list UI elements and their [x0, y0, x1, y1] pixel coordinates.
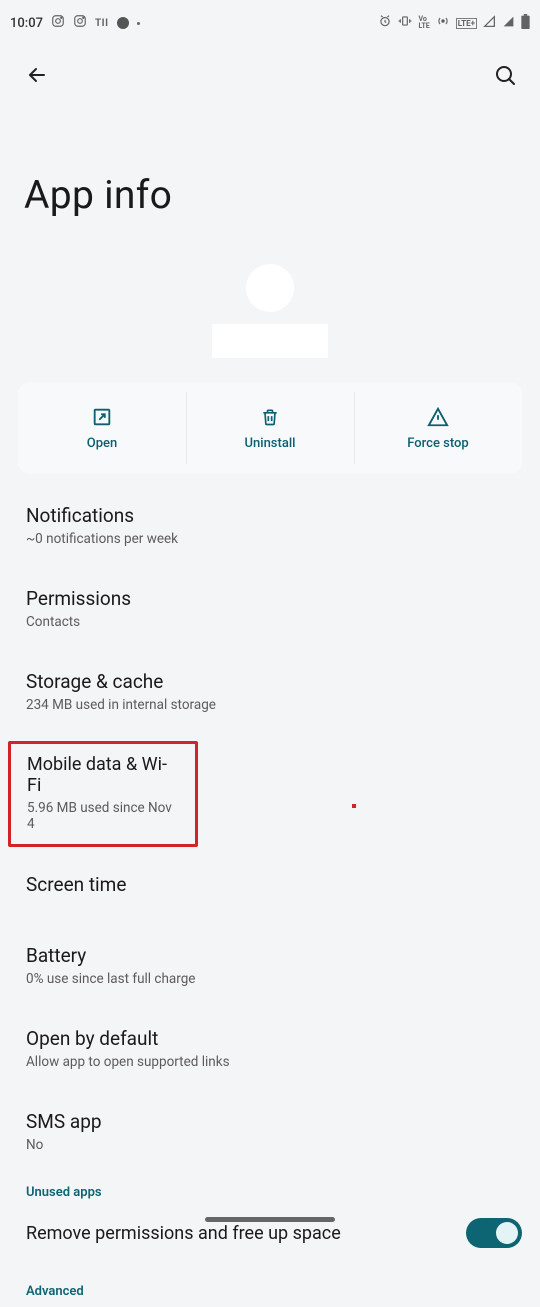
back-button[interactable]	[20, 58, 54, 92]
setting-title: SMS app	[26, 1110, 514, 1133]
switch-on-icon[interactable]	[466, 1218, 522, 1248]
instagram-icon	[73, 14, 87, 32]
setting-title: Notifications	[26, 504, 514, 527]
volte-icon: VoLTE	[418, 16, 429, 30]
force-stop-label: Force stop	[407, 436, 468, 451]
setting-permissions[interactable]: Permissions Contacts	[0, 563, 540, 646]
setting-storage[interactable]: Storage & cache 234 MB used in internal …	[0, 646, 540, 729]
setting-title: Permissions	[26, 587, 514, 610]
arrow-left-icon	[25, 63, 49, 87]
alarm-icon	[378, 14, 392, 32]
setting-battery[interactable]: Battery 0% use since last full charge	[0, 922, 540, 1003]
battery-icon	[521, 14, 530, 33]
setting-mobile-data-highlighted[interactable]: Mobile data & Wi-Fi 5.96 MB used since N…	[8, 741, 198, 847]
app-name-placeholder	[212, 324, 328, 358]
toggle-label: Remove permissions and free up space	[26, 1223, 341, 1244]
page-title: App info	[0, 104, 540, 248]
gesture-bar[interactable]	[205, 1217, 335, 1222]
toggle-remove-permissions[interactable]: Remove permissions and free up space	[0, 1208, 540, 1258]
setting-sms-app[interactable]: SMS app No	[0, 1086, 540, 1169]
setting-sub: 234 MB used in internal storage	[26, 697, 514, 713]
app-badge-icon: TII	[95, 18, 109, 29]
signal-icon	[483, 15, 496, 32]
search-icon	[493, 63, 517, 87]
status-right: VoLTE LTE+	[378, 14, 530, 33]
annotation-dot	[352, 804, 356, 808]
setting-sub: No	[26, 1137, 514, 1153]
section-unused-apps: Unused apps	[0, 1169, 540, 1208]
setting-title: Mobile data & Wi-Fi	[27, 754, 179, 796]
open-icon	[91, 406, 113, 428]
force-stop-button[interactable]: Force stop	[354, 382, 522, 474]
open-label: Open	[87, 436, 117, 451]
instagram-icon	[51, 14, 65, 32]
setting-title: Screen time	[26, 873, 514, 896]
actions-card: Open Uninstall Force stop	[18, 382, 522, 474]
app-header	[0, 248, 540, 368]
status-time: 10:07	[10, 16, 43, 31]
lte-plus-icon: LTE+	[456, 18, 477, 29]
setting-sub: 0% use since last full charge	[26, 971, 514, 987]
trash-icon	[259, 406, 281, 428]
setting-title: Storage & cache	[26, 670, 514, 693]
open-button[interactable]: Open	[18, 382, 186, 474]
more-dot-icon	[137, 22, 140, 25]
uninstall-button[interactable]: Uninstall	[186, 382, 354, 474]
top-bar	[0, 46, 540, 104]
status-left: 10:07 TII	[10, 14, 140, 32]
setting-sub: Allow app to open supported links	[26, 1054, 514, 1070]
setting-open-by-default[interactable]: Open by default Allow app to open suppor…	[0, 1003, 540, 1086]
uninstall-label: Uninstall	[245, 436, 296, 451]
setting-sub: 5.96 MB used since Nov 4	[27, 800, 179, 832]
status-bar: 10:07 TII VoLTE LTE+	[0, 0, 540, 46]
app-icon	[246, 264, 294, 312]
search-button[interactable]	[488, 58, 522, 92]
setting-sub: ~0 notifications per week	[26, 531, 514, 547]
section-advanced[interactable]: Advanced	[0, 1258, 540, 1307]
setting-notifications[interactable]: Notifications ~0 notifications per week	[0, 490, 540, 563]
settings-list: Notifications ~0 notifications per week …	[0, 484, 540, 1307]
notification-dot-icon	[117, 17, 129, 29]
setting-sub: Contacts	[26, 614, 514, 630]
signal-icon	[502, 15, 515, 32]
setting-title: Battery	[26, 944, 514, 967]
hotspot-icon	[436, 14, 450, 32]
warning-icon	[427, 406, 449, 428]
setting-title: Open by default	[26, 1027, 514, 1050]
vibrate-icon	[398, 14, 412, 32]
setting-screen-time[interactable]: Screen time	[0, 855, 540, 922]
